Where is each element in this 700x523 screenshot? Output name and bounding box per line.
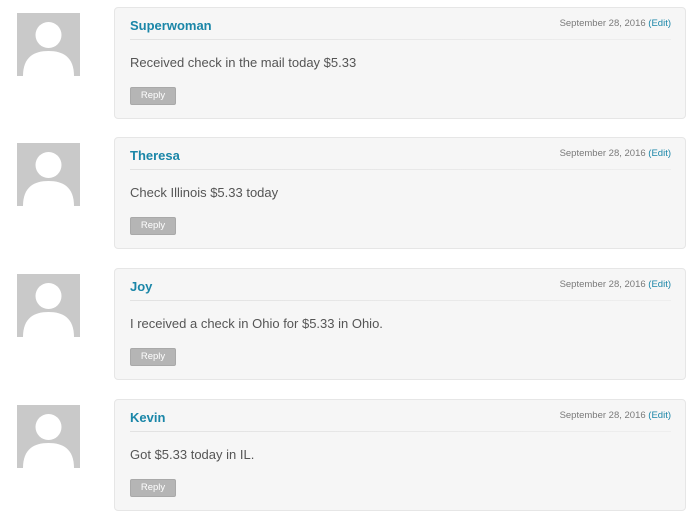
comment-author-link[interactable]: Joy bbox=[130, 279, 152, 294]
comment-item: Theresa September 28, 2016 (Edit) Check … bbox=[0, 137, 700, 251]
comment-meta: September 28, 2016 (Edit) bbox=[560, 148, 671, 159]
comment-divider bbox=[130, 300, 671, 301]
comment-item: Kevin September 28, 2016 (Edit) Got $5.3… bbox=[0, 399, 700, 513]
avatar bbox=[17, 405, 80, 468]
comment-body: Superwoman September 28, 2016 (Edit) Rec… bbox=[114, 7, 686, 119]
avatar bbox=[17, 143, 80, 206]
comment-body: Joy September 28, 2016 (Edit) I received… bbox=[114, 268, 686, 380]
comment-author-link[interactable]: Kevin bbox=[130, 410, 165, 425]
avatar bbox=[17, 13, 80, 76]
comment-item: Joy September 28, 2016 (Edit) I received… bbox=[0, 268, 700, 382]
reply-button[interactable]: Reply bbox=[130, 217, 176, 235]
comment-date: September 28, 2016 bbox=[559, 18, 646, 29]
edit-link[interactable]: (Edit) bbox=[648, 148, 671, 159]
user-silhouette-icon bbox=[23, 22, 74, 76]
reply-button[interactable]: Reply bbox=[130, 87, 176, 105]
user-silhouette-icon bbox=[23, 414, 74, 468]
comment-divider bbox=[130, 169, 671, 170]
edit-link[interactable]: (Edit) bbox=[648, 410, 671, 421]
reply-button[interactable]: Reply bbox=[130, 479, 176, 497]
avatar bbox=[17, 274, 80, 337]
comment-text: Received check in the mail today $5.33 bbox=[130, 55, 357, 70]
comment-divider bbox=[130, 431, 671, 432]
comment-author-link[interactable]: Superwoman bbox=[130, 18, 212, 33]
comment-text: I received a check in Ohio for $5.33 in … bbox=[130, 316, 383, 331]
edit-link[interactable]: (Edit) bbox=[648, 279, 671, 290]
comment-text: Got $5.33 today in IL. bbox=[130, 447, 255, 462]
comment-divider bbox=[130, 39, 671, 40]
comment-item: Superwoman September 28, 2016 (Edit) Rec… bbox=[0, 7, 700, 121]
comment-body: Kevin September 28, 2016 (Edit) Got $5.3… bbox=[114, 399, 686, 511]
comment-meta: September 28, 2016 (Edit) bbox=[560, 18, 671, 29]
comment-body: Theresa September 28, 2016 (Edit) Check … bbox=[114, 137, 686, 249]
comment-date: September 28, 2016 bbox=[559, 148, 646, 159]
user-silhouette-icon bbox=[23, 283, 74, 337]
comment-meta: September 28, 2016 (Edit) bbox=[560, 410, 671, 421]
comment-author-link[interactable]: Theresa bbox=[130, 148, 180, 163]
comment-date: September 28, 2016 bbox=[559, 410, 646, 421]
edit-link[interactable]: (Edit) bbox=[648, 18, 671, 29]
comment-meta: September 28, 2016 (Edit) bbox=[560, 279, 671, 290]
user-silhouette-icon bbox=[23, 152, 74, 206]
comment-text: Check Illinois $5.33 today bbox=[130, 185, 279, 200]
reply-button[interactable]: Reply bbox=[130, 348, 176, 366]
comment-date: September 28, 2016 bbox=[559, 279, 646, 290]
